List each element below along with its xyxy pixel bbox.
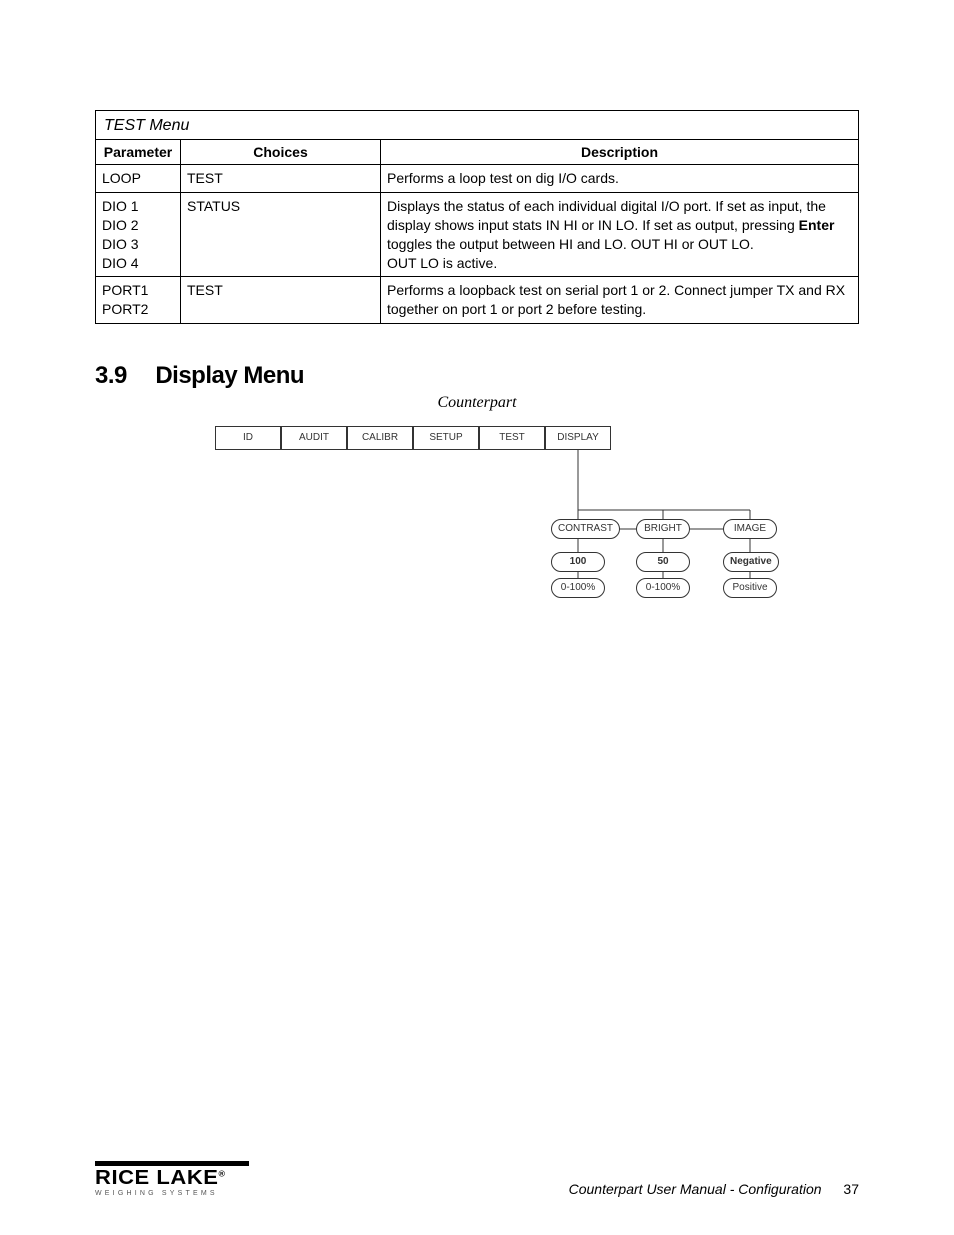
menu-calibr: CALIBR xyxy=(347,426,413,450)
cell-desc: Displays the status of each individual d… xyxy=(381,192,859,277)
footer-doc-title: Counterpart User Manual - Configuration xyxy=(569,1181,822,1197)
menu-id: ID xyxy=(215,426,281,450)
page-number: 37 xyxy=(843,1181,859,1197)
cell-param: DIO 1 DIO 2 DIO 3 DIO 4 xyxy=(96,192,181,277)
pill-image-positive: Positive xyxy=(723,578,777,598)
menu-test: TEST xyxy=(479,426,545,450)
section-title: Display Menu xyxy=(155,362,304,389)
section-subtitle: Counterpart xyxy=(95,394,859,412)
section-heading: 3.9 Display Menu xyxy=(95,362,859,390)
pill-image: IMAGE xyxy=(723,519,777,539)
pill-bright-value: 50 xyxy=(636,552,690,572)
page-footer: RICE LAKE® WEIGHING SYSTEMS Counterpart … xyxy=(95,1161,859,1197)
pill-contrast-value: 100 xyxy=(551,552,605,572)
pill-image-negative: Negative xyxy=(723,552,779,572)
cell-param: PORT1 PORT2 xyxy=(96,277,181,324)
th-choices: Choices xyxy=(181,140,381,165)
table-row: LOOP TEST Performs a loop test on dig I/… xyxy=(96,165,859,193)
cell-choices: TEST xyxy=(181,277,381,324)
pill-contrast-range: 0-100% xyxy=(551,578,605,598)
brand-tagline: WEIGHING SYSTEMS xyxy=(95,1190,235,1197)
menu-setup: SETUP xyxy=(413,426,479,450)
pill-bright-range: 0-100% xyxy=(636,578,690,598)
th-parameter: Parameter xyxy=(96,140,181,165)
th-description: Description xyxy=(381,140,859,165)
menu-audit: AUDIT xyxy=(281,426,347,450)
section-number: 3.9 xyxy=(95,362,127,389)
table-row: DIO 1 DIO 2 DIO 3 DIO 4 STATUS Displays … xyxy=(96,192,859,277)
table-row: PORT1 PORT2 TEST Performs a loopback tes… xyxy=(96,277,859,324)
cell-choices: TEST xyxy=(181,165,381,193)
menu-display: DISPLAY xyxy=(545,426,611,450)
cell-param: LOOP xyxy=(96,165,181,193)
test-menu-table: TEST Menu Parameter Choices Description … xyxy=(95,110,859,324)
pill-bright: BRIGHT xyxy=(636,519,690,539)
brand-logo: RICE LAKE® WEIGHING SYSTEMS xyxy=(95,1161,235,1197)
pill-contrast: CONTRAST xyxy=(551,519,620,539)
table-caption: TEST Menu xyxy=(95,110,859,139)
cell-choices: STATUS xyxy=(181,192,381,277)
cell-desc: Performs a loop test on dig I/O cards. xyxy=(381,165,859,193)
cell-desc: Performs a loopback test on serial port … xyxy=(381,277,859,324)
menu-diagram: ID AUDIT CALIBR SETUP TEST DISPLAY CONTR… xyxy=(95,426,859,646)
